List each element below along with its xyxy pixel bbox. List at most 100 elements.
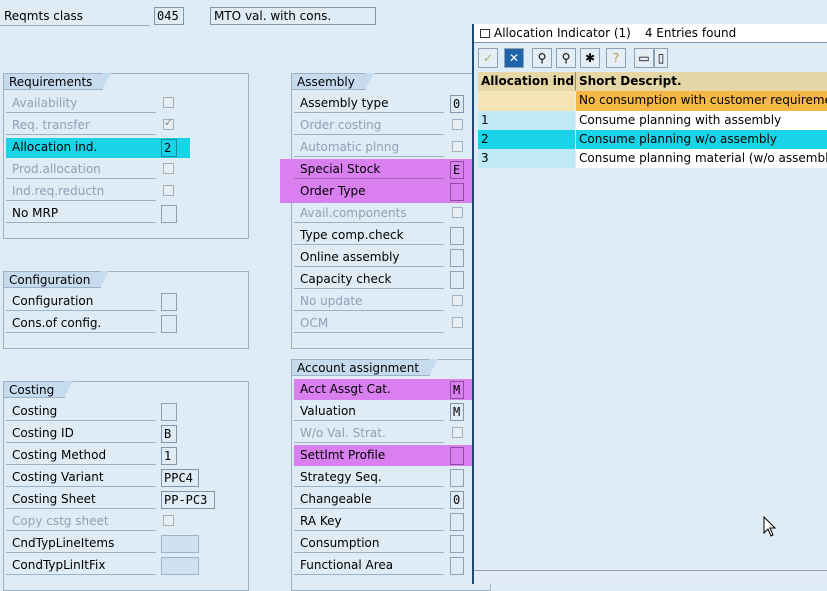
type-comp-check-label: Type comp.check [294,226,444,245]
column-header-allocation-indi[interactable]: Allocation indi [478,72,576,91]
order-type-label: Order Type [300,184,366,198]
cond-typ-lin-it-fix-label: CondTypLinItFix [6,556,156,575]
no-mrp-field[interactable] [161,205,177,223]
avail-components-checkbox[interactable] [452,207,463,218]
row-desc-cell: Consume planning w/o assembly [576,130,827,149]
cond-typ-lin-it-fix-field[interactable] [161,557,199,575]
layout-icon[interactable]: ▯ [654,48,668,68]
strategy-seq-label: Strategy Seq. [294,468,444,487]
ind-req-reductn-label: Ind.req.reductn [6,182,156,201]
find-next-icon[interactable]: ⚲ [556,48,576,68]
copy-cstg-sheet-checkbox[interactable] [163,515,174,526]
ind-req-reductn-checkbox[interactable] [163,185,174,196]
configuration-label: Configuration [6,292,156,311]
requirements-group-title: Requirements [3,73,112,90]
special-stock-field[interactable]: E [450,161,464,179]
row-key-cell [478,91,575,111]
order-type-field[interactable] [450,183,464,201]
row-key-cell: 3 [478,149,575,168]
req-transfer-checkbox[interactable] [163,116,174,130]
costing-group-title: Costing [3,381,74,398]
valuation-label: Valuation [294,402,444,421]
acct-assgt-cat-label: Acct Assgt Cat. [300,382,391,396]
costing-method-field[interactable]: 1 [161,447,177,465]
no-mrp-label: No MRP [6,204,156,223]
row-key-cell: 2 [478,130,575,149]
table-row[interactable]: 2 Consume planning w/o assembly [478,130,827,149]
changeable-label: Changeable [294,490,444,509]
popup-status-bar [474,570,827,579]
costing-method-label: Costing Method [6,446,156,465]
settlmt-profile-field[interactable] [450,447,464,465]
capacity-check-label: Capacity check [294,270,444,289]
popup-entries-found: 4 Entries found [644,26,737,40]
capacity-check-field[interactable] [450,271,464,289]
table-row[interactable]: No consumption with customer requirement… [478,91,827,111]
prod-allocation-checkbox[interactable] [163,163,174,174]
ocm-checkbox[interactable] [452,317,463,328]
order-costing-checkbox[interactable] [452,119,463,130]
ocm-label: OCM [294,314,444,333]
special-stock-label: Special Stock [294,160,444,179]
allocation-indicator-popup: Allocation Indicator (1) 4 Entries found … [472,24,827,584]
no-update-label: No update [294,292,444,311]
configuration-field[interactable] [161,293,177,311]
acct-assgt-cat-field[interactable]: M [450,381,464,399]
costing-variant-label: Costing Variant [6,468,156,487]
confirm-check-icon[interactable]: ✓ [478,48,498,68]
popup-title: Allocation Indicator (1) [494,26,631,40]
cnd-typ-line-items-field[interactable] [161,535,199,553]
availability-label: Availability [6,94,156,113]
settlmt-profile-label: Settlmt Profile [300,448,386,462]
allocation-ind-field[interactable]: 2 [161,139,177,157]
account-assignment-group-title: Account assignment [291,359,439,376]
find-binoculars-icon[interactable]: ⚲ [532,48,552,68]
consumption-label: Consumption [294,534,444,553]
assembly-group-title: Assembly [291,73,374,90]
costing-field[interactable] [161,403,177,421]
costing-id-field[interactable]: B [161,425,177,443]
prod-allocation-label: Prod.allocation [6,160,156,179]
costing-label: Costing [6,402,156,421]
valuation-field[interactable]: M [450,403,464,421]
costing-variant-field[interactable]: PPC4 [161,469,199,487]
avail-components-label: Avail.components [294,204,444,223]
automatic-plnng-checkbox[interactable] [452,141,463,152]
popup-window-icon [480,29,490,38]
availability-checkbox[interactable] [163,97,174,108]
print-icon[interactable]: ▭ [634,48,654,68]
row-key-cell: 1 [478,111,575,130]
table-row[interactable]: 3 Consume planning material (w/o assembl… [478,149,827,168]
costing-sheet-label: Costing Sheet [6,490,156,509]
wo-val-strat-checkbox[interactable] [452,427,463,438]
row-desc-cell: Consume planning material (w/o assembly) [576,149,827,168]
allocation-ind-label: Allocation ind. [12,140,98,154]
strategy-seq-field[interactable] [450,469,464,487]
cons-of-config-field[interactable] [161,315,177,333]
order-costing-label: Order costing [294,116,444,135]
req-transfer-label: Req. transfer [6,116,156,135]
functional-area-field[interactable] [450,557,464,575]
type-comp-check-field[interactable] [450,227,464,245]
cancel-x-icon[interactable]: ✕ [504,48,524,68]
table-row[interactable]: 1 Consume planning with assembly [478,111,827,130]
mouse-cursor-icon [763,516,777,537]
row-desc-cell: Consume planning with assembly [576,111,827,130]
help-icon[interactable]: ? [606,48,626,68]
configuration-group-title: Configuration [3,271,110,288]
reqmts-class-label: Reqmts class [0,7,150,26]
online-assembly-field[interactable] [450,249,464,267]
functional-area-label: Functional Area [294,556,444,575]
wo-val-strat-label: W/o Val. Strat. [294,424,444,443]
assembly-type-field[interactable]: 0 [450,95,464,113]
reqmts-class-field[interactable]: 045 [154,7,184,25]
online-assembly-label: Online assembly [294,248,444,267]
changeable-field[interactable]: 0 [450,491,464,509]
no-update-checkbox[interactable] [452,295,463,306]
consumption-field[interactable] [450,535,464,553]
costing-sheet-field[interactable]: PP-PC3 [161,491,215,509]
column-header-short-descript[interactable]: Short Descript. [576,72,827,91]
assembly-type-label: Assembly type [294,94,444,113]
ra-key-field[interactable] [450,513,464,531]
settings-icon[interactable]: ✱ [580,48,600,68]
